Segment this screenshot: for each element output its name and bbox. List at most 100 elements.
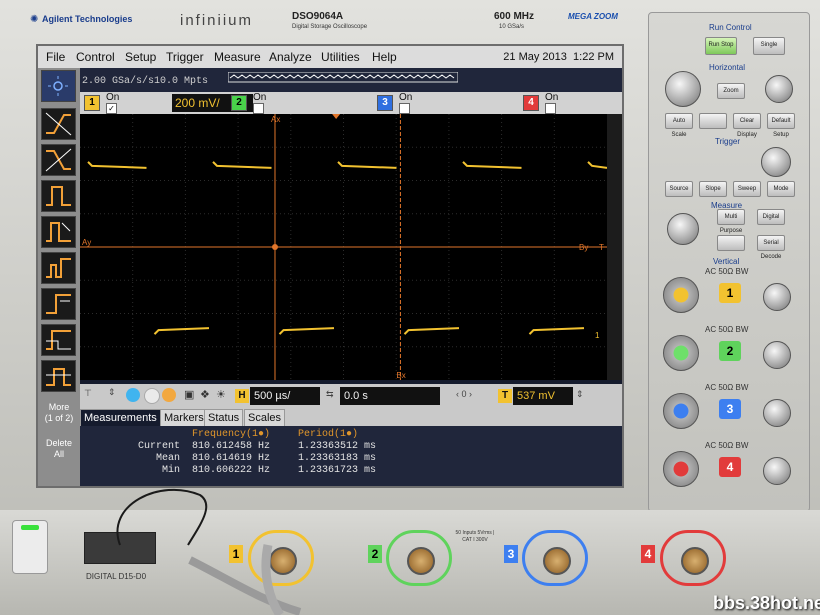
trigger-pulse-width-button[interactable] bbox=[41, 216, 76, 248]
ch1-checkbox[interactable]: ✓ bbox=[106, 103, 117, 114]
tab-status[interactable]: Status bbox=[204, 409, 244, 427]
row-label: Mean bbox=[155, 453, 180, 464]
default-setup-button[interactable]: Default Setup bbox=[767, 113, 795, 138]
input1-bnc[interactable] bbox=[248, 530, 314, 586]
ch4-scale-knob[interactable] bbox=[663, 451, 699, 487]
multi-purpose-button[interactable]: Multi Purpose bbox=[717, 209, 745, 234]
sun-small-icon[interactable]: ☀ bbox=[216, 388, 226, 401]
horizontal-scale[interactable]: 500 µs/ bbox=[250, 387, 320, 405]
trigger-window-button[interactable] bbox=[41, 360, 76, 392]
tab-measurements[interactable]: Measurements bbox=[80, 409, 161, 427]
power-button[interactable] bbox=[12, 520, 48, 574]
input2-label: 2 bbox=[368, 545, 382, 563]
display-icon[interactable]: ▣ bbox=[184, 388, 194, 401]
ohm-label: 50Ω bbox=[718, 267, 734, 276]
trigger-level[interactable]: 537 mV bbox=[513, 387, 573, 405]
slope-button[interactable]: Slope bbox=[699, 181, 727, 197]
ch1-key[interactable]: 1 bbox=[719, 283, 741, 303]
ch2-checkbox[interactable] bbox=[253, 103, 264, 114]
more-button[interactable]: More (1 of 2) bbox=[40, 402, 78, 424]
menu-file[interactable]: File bbox=[46, 50, 65, 64]
acquire-icon-button[interactable] bbox=[41, 70, 76, 102]
trigger-stepper-icon[interactable]: ⇕ bbox=[576, 389, 584, 400]
ch3-offset-knob[interactable] bbox=[763, 399, 791, 427]
horizontal-scale-knob[interactable] bbox=[665, 71, 701, 107]
ch4-button[interactable]: 4 bbox=[523, 95, 539, 111]
mode-button[interactable]: Mode bbox=[767, 181, 795, 197]
ohm-label: 50Ω bbox=[718, 325, 734, 334]
color-dot-blue[interactable] bbox=[126, 388, 140, 402]
ch3-scale-knob[interactable] bbox=[663, 393, 699, 429]
ch4-offset-knob[interactable] bbox=[763, 457, 791, 485]
color-dot-white[interactable] bbox=[144, 388, 160, 404]
acq-sample-rate: 2.00 GSa/s bbox=[82, 76, 143, 87]
menu-setup[interactable]: Setup bbox=[125, 50, 156, 64]
horizontal-delay[interactable]: 0.0 s bbox=[340, 387, 440, 405]
ch1-scale-knob[interactable] bbox=[663, 277, 699, 313]
sweep-button[interactable]: Sweep bbox=[733, 181, 761, 197]
trigger-pulse-button[interactable] bbox=[41, 180, 76, 212]
ch2-offset-knob[interactable] bbox=[763, 341, 791, 369]
ch3-checkbox[interactable] bbox=[399, 103, 410, 114]
ch1-offset-knob[interactable] bbox=[763, 283, 791, 311]
trigger-edge-rising-button[interactable] bbox=[41, 108, 76, 140]
trigger-setup-hold-button[interactable] bbox=[41, 324, 76, 356]
scope-screen: File Control Setup Trigger Measure Analy… bbox=[36, 44, 624, 488]
ch3-key[interactable]: 3 bbox=[719, 399, 741, 419]
run-stop-button[interactable]: Run Stop bbox=[705, 37, 737, 55]
tab-markers[interactable]: Markers bbox=[160, 409, 208, 427]
horizontal-position-knob[interactable] bbox=[765, 75, 793, 103]
brand-megazoom: MEGA ZOOM bbox=[568, 12, 618, 21]
input2-bnc[interactable] bbox=[386, 530, 452, 586]
input3-bnc[interactable] bbox=[522, 530, 588, 586]
delay-stepper-icon[interactable]: ‹ 0 › bbox=[456, 389, 472, 399]
row-period: 1.23363183 ms bbox=[298, 453, 377, 464]
digital-connector[interactable] bbox=[84, 532, 156, 564]
menu-trigger[interactable]: Trigger bbox=[166, 50, 204, 64]
row-label: Current bbox=[137, 441, 180, 452]
ch3-ac-label: AC 50Ω BW bbox=[705, 383, 748, 392]
ch2-button[interactable]: 2 bbox=[231, 95, 247, 111]
single-button[interactable]: Single bbox=[753, 37, 785, 55]
serial-decode-button[interactable]: Serial Decode bbox=[757, 235, 785, 260]
pulse-icon bbox=[46, 186, 71, 206]
zoom-button[interactable]: Zoom bbox=[717, 83, 745, 99]
trigger-level-knob[interactable] bbox=[761, 147, 791, 177]
ch3-button[interactable]: 3 bbox=[377, 95, 393, 111]
ch1-button[interactable]: 1 bbox=[84, 95, 100, 111]
source-button[interactable]: Source bbox=[665, 181, 693, 197]
brand-bandwidth: 600 MHz bbox=[494, 11, 535, 22]
ch4-checkbox[interactable] bbox=[545, 103, 556, 114]
menu-control[interactable]: Control bbox=[76, 50, 115, 64]
delay-arrow-icon[interactable]: ⇆ bbox=[326, 389, 334, 400]
digital-button[interactable]: Digital bbox=[757, 209, 785, 225]
delete-all-button[interactable]: Delete All bbox=[40, 438, 78, 460]
brand-model-sub: Digital Storage Oscilloscope bbox=[292, 24, 368, 30]
ch2-key[interactable]: 2 bbox=[719, 341, 741, 361]
stepper-icon[interactable]: ⇕ bbox=[108, 387, 116, 398]
menu-help[interactable]: Help bbox=[372, 50, 397, 64]
layers-icon[interactable]: ❖ bbox=[200, 388, 210, 401]
tab-scales[interactable]: Scales bbox=[244, 409, 286, 427]
menu-utilities[interactable]: Utilities bbox=[321, 50, 360, 64]
blank-button[interactable] bbox=[699, 113, 727, 129]
waveform-graticule[interactable]: Ax Bx Ay By T 1 bbox=[80, 114, 608, 380]
ch4-key[interactable]: 4 bbox=[719, 457, 741, 477]
entry-knob[interactable] bbox=[667, 213, 699, 245]
input4-bnc[interactable] bbox=[660, 530, 726, 586]
menu-measure[interactable]: Measure bbox=[214, 50, 261, 64]
row-period: 1.23363512 ms bbox=[298, 441, 377, 452]
ch2-scale-knob[interactable] bbox=[663, 335, 699, 371]
ch2-ac-label: AC 50Ω BW bbox=[705, 325, 748, 334]
clear-display-button[interactable]: Clear Display bbox=[733, 113, 761, 138]
color-dot-orange[interactable] bbox=[162, 388, 176, 402]
trigger-edge-falling-button[interactable] bbox=[41, 144, 76, 176]
blank-button-2[interactable] bbox=[717, 235, 745, 251]
auto-scale-button[interactable]: Auto Scale bbox=[665, 113, 693, 138]
horizontal-label: Horizontal bbox=[709, 63, 746, 72]
bw-label: BW bbox=[735, 383, 749, 392]
more-pages: (1 of 2) bbox=[44, 413, 74, 423]
trigger-timeout-button[interactable] bbox=[41, 288, 76, 320]
menu-analyze[interactable]: Analyze bbox=[269, 50, 312, 64]
trigger-runt-button[interactable] bbox=[41, 252, 76, 284]
